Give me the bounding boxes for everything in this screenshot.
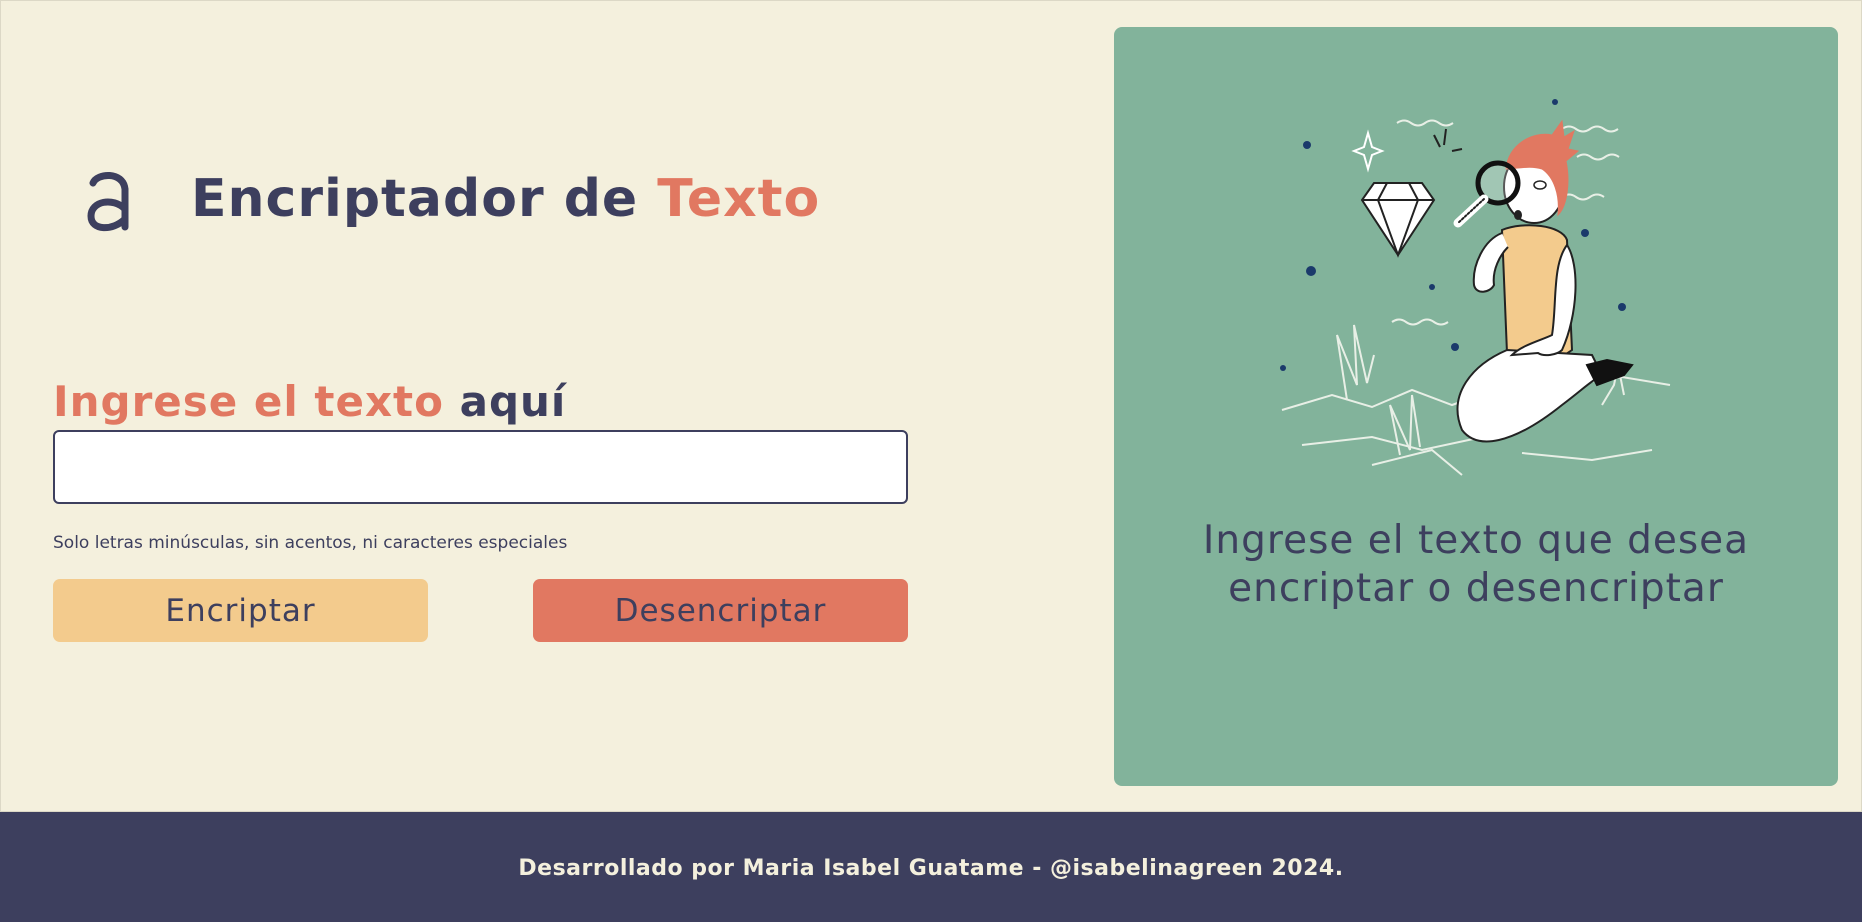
- input-label-part2: aquí: [459, 377, 567, 426]
- panel-message-line1: Ingrese el texto que desea: [1202, 518, 1750, 563]
- diamond-icon: [1360, 182, 1436, 258]
- input-label-part1: Ingrese el texto: [53, 377, 460, 426]
- panel-message: Ingrese el texto que desea encriptar o d…: [1114, 517, 1838, 613]
- page-title: Encriptador de Texto: [191, 169, 820, 229]
- decrypt-button[interactable]: Desencriptar: [533, 579, 908, 642]
- footer-text: Desarrollado por Maria Isabel Guatame - …: [518, 856, 1344, 881]
- text-input[interactable]: [53, 430, 908, 504]
- panel-message-line2: encriptar o desencriptar: [1228, 566, 1724, 611]
- sparkle-dots: [1280, 99, 1626, 371]
- input-hint: Solo letras minúsculas, sin acentos, ni …: [53, 533, 568, 553]
- title-main: Encriptador de: [191, 169, 658, 229]
- title-accent: Texto: [657, 169, 821, 229]
- star-icon: [1351, 129, 1385, 173]
- magnifying-glass-icon: [1453, 160, 1521, 228]
- input-label: Ingrese el texto aquí: [53, 377, 566, 426]
- main-section: Encriptador de Texto Ingrese el texto aq…: [0, 0, 1862, 812]
- encrypt-button[interactable]: Encriptar: [53, 579, 428, 642]
- output-panel: Ingrese el texto que desea encriptar o d…: [1114, 27, 1838, 786]
- emphasis-lines: [1433, 128, 1463, 152]
- person-with-magnifying-glass-illustration: [1280, 99, 1671, 476]
- footer: Desarrollado por Maria Isabel Guatame - …: [0, 812, 1862, 922]
- logo-icon: [87, 172, 129, 232]
